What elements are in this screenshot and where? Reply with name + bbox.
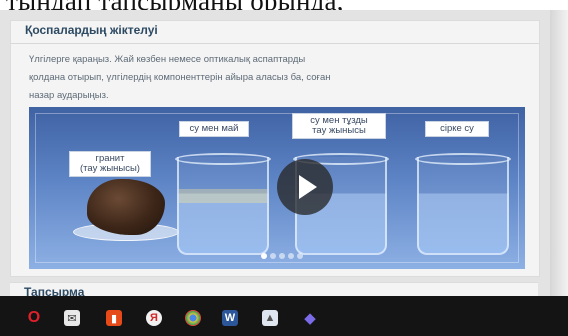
slide-dot[interactable] — [297, 253, 303, 259]
slide-dot[interactable] — [261, 253, 267, 259]
card-body-line: Үлгілерге қараңыз. Жай көзбен немесе опт… — [29, 54, 306, 65]
play-button[interactable] — [277, 159, 333, 215]
card-body: Үлгілерге қараңыз. Жай көзбен немесе опт… — [29, 51, 525, 105]
granite-rock — [87, 179, 165, 235]
label-line: (тау жынысы) — [80, 163, 140, 174]
label-water-oil: су мен май — [179, 121, 249, 137]
beaker-water-oil — [175, 153, 271, 255]
opera-icon[interactable]: O — [26, 309, 42, 326]
page-scroll-edge — [550, 10, 568, 296]
paint-icon[interactable]: ◆ — [302, 310, 318, 327]
label-vinegar: сірке су — [425, 121, 489, 137]
beaker-vinegar — [415, 153, 511, 255]
lesson-card: Қоспалардың жіктелуі Үлгілерге қараңыз. … — [10, 20, 540, 277]
label-granite: гранит (тау жынысы) — [69, 151, 151, 177]
card-body-line: назар аударыңыз. — [29, 90, 109, 101]
photos-icon[interactable]: ▲ — [262, 310, 278, 326]
word-icon[interactable]: W — [222, 310, 238, 326]
video-player[interactable]: су мен май су мен тұзды тау жынысы сірке… — [29, 107, 525, 269]
slide-dot[interactable] — [288, 253, 294, 259]
web-page: Қоспалардың жіктелуі Үлгілерге қараңыз. … — [0, 10, 568, 313]
files-icon[interactable]: ▮ — [106, 310, 122, 326]
mail-icon[interactable]: ✉ — [64, 310, 80, 326]
chrome-icon[interactable] — [185, 310, 201, 326]
oil-layer — [179, 189, 267, 203]
slide-dot[interactable] — [270, 253, 276, 259]
slide-dots — [261, 253, 303, 259]
card-divider — [11, 43, 539, 44]
slide-dot[interactable] — [279, 253, 285, 259]
taskbar: O ✉ ▮ Я W ▲ ◆ — [0, 296, 568, 336]
card-title: Қоспалардың жіктелуі — [25, 23, 158, 37]
label-line: тау жынысы — [312, 125, 366, 136]
yandex-icon[interactable]: Я — [146, 310, 162, 326]
label-water-salt: су мен тұзды тау жынысы — [292, 113, 386, 139]
card-body-line: қолдана отырып, үлгілердің компоненттері… — [29, 72, 331, 83]
